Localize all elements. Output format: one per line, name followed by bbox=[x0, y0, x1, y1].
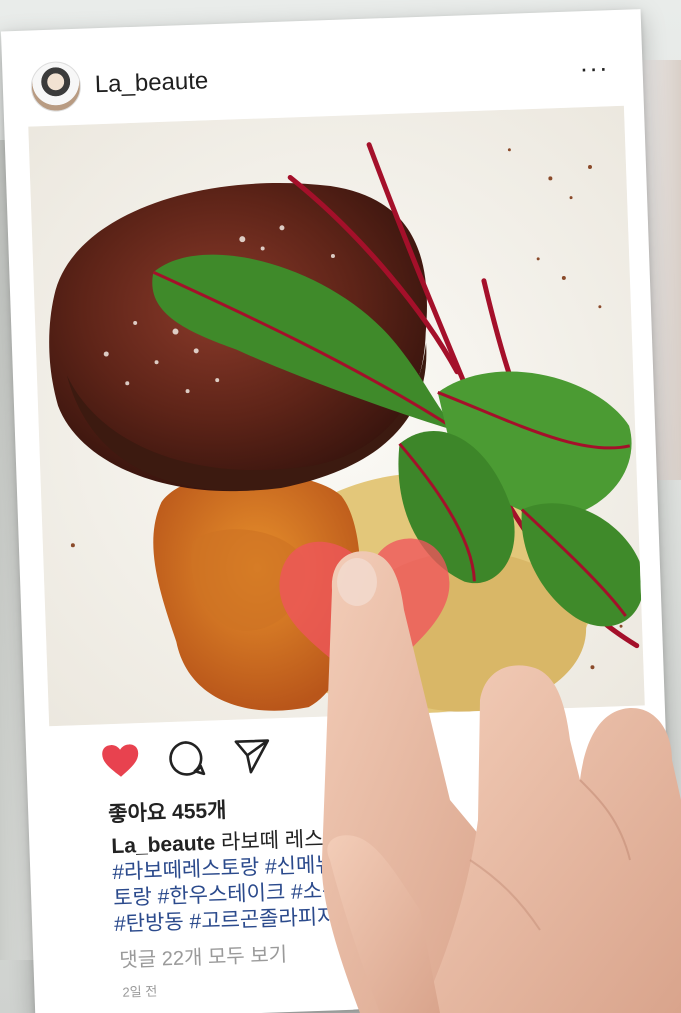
instagram-post-card: La_beaute ··· 좋아요 455개 La_beaute 라보떼 레스토… bbox=[0, 9, 676, 1013]
post-photo[interactable] bbox=[28, 105, 645, 727]
post-actions bbox=[100, 720, 637, 785]
post-caption: La_beaute 라보떼 레스토랑 신메뉴 #라보떼레스토랑 #신메뉴인증샷 … bbox=[111, 819, 554, 938]
view-all-comments-link[interactable]: 댓글 22개 모두 보기 bbox=[119, 938, 288, 973]
post-timestamp: 2일 전 bbox=[122, 983, 158, 1000]
bookmark-icon[interactable] bbox=[595, 723, 636, 764]
comment-icon[interactable] bbox=[166, 738, 207, 779]
send-icon[interactable] bbox=[232, 735, 273, 776]
post-header: La_beaute ··· bbox=[30, 40, 616, 114]
caption-username[interactable]: La_beaute bbox=[111, 831, 216, 858]
username[interactable]: La_beaute bbox=[94, 67, 208, 99]
more-icon[interactable]: ··· bbox=[573, 50, 615, 85]
food-photo-illustration bbox=[28, 105, 645, 727]
likes-count[interactable]: 좋아요 455개 bbox=[108, 794, 227, 828]
heart-icon[interactable] bbox=[100, 740, 141, 781]
avatar[interactable] bbox=[30, 60, 82, 113]
